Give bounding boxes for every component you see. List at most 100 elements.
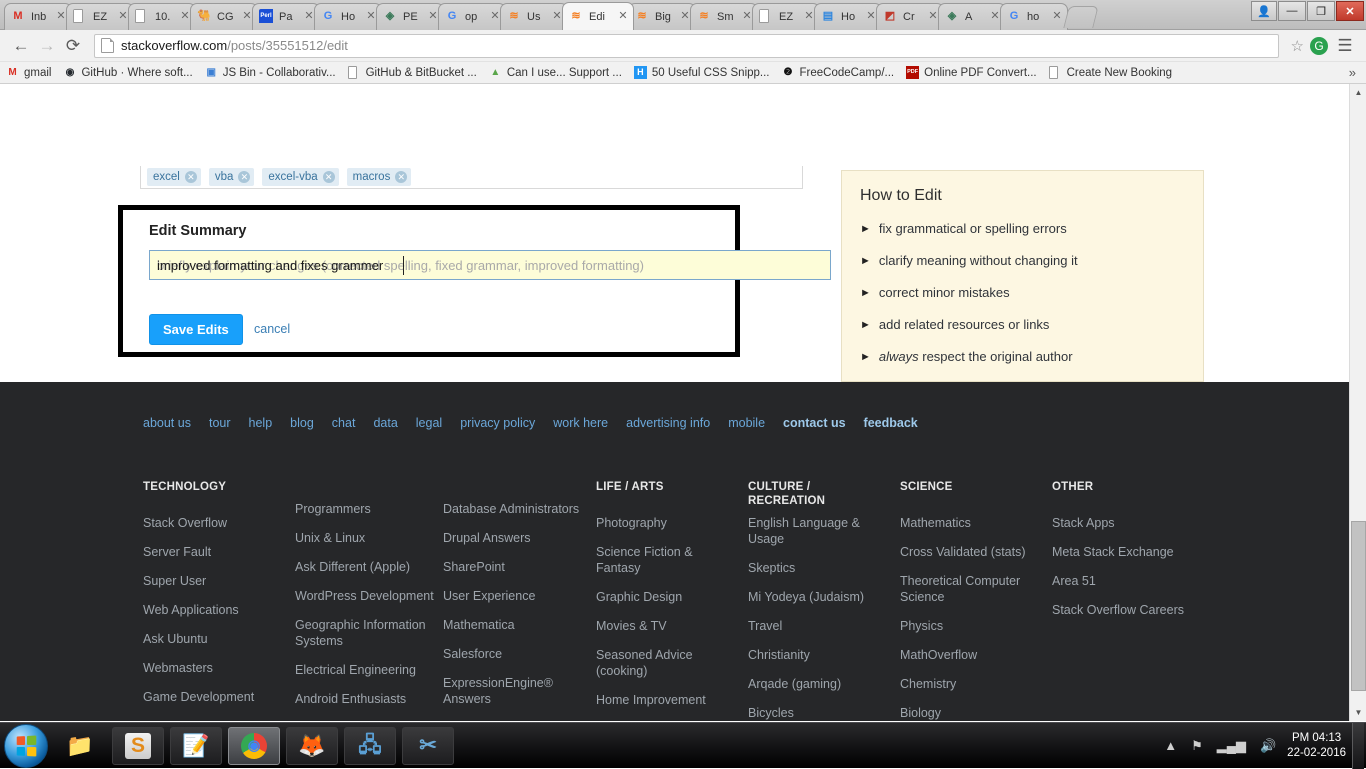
tags-field[interactable]: excel ✕ vba ✕ excel-vba ✕ macros ✕ <box>140 166 803 189</box>
browser-tab[interactable]: M Inb ✕ <box>4 3 72 30</box>
browser-tab[interactable]: 🐫 CG ✕ <box>190 3 258 30</box>
footer-site-link[interactable]: ExpressionEngine® Answers <box>443 676 553 706</box>
maximize-button[interactable]: ❐ <box>1307 1 1335 21</box>
user-profile-button[interactable]: 👤 <box>1251 1 1277 21</box>
start-button[interactable] <box>4 723 48 768</box>
footer-nav-link[interactable]: advertising info <box>626 416 710 430</box>
footer-site-link[interactable]: Home Improvement <box>596 693 706 707</box>
address-bar[interactable]: stackoverflow.com/posts/35551512/edit <box>94 33 1279 58</box>
footer-site-link[interactable]: Theoretical Computer Science <box>900 574 1020 604</box>
taskbar-item-notepadpp[interactable]: 📝 <box>170 726 222 765</box>
footer-site-link[interactable]: Salesforce <box>443 647 502 661</box>
footer-site-link[interactable]: Stack Apps <box>1052 516 1115 530</box>
scroll-down-icon[interactable]: ▼ <box>1350 704 1366 721</box>
bookmark-item[interactable]: ◉ GitHub · Where soft... <box>63 66 193 80</box>
show-hidden-icons-icon[interactable]: ▲ <box>1164 738 1177 753</box>
footer-site-link[interactable]: Movies & TV <box>596 619 667 633</box>
footer-site-link[interactable]: Super User <box>143 574 206 588</box>
footer-site-link[interactable]: Arqade (gaming) <box>748 677 841 691</box>
footer-site-link[interactable]: Database Administrators <box>443 502 579 516</box>
footer-nav-link[interactable]: privacy policy <box>460 416 535 430</box>
footer-site-link[interactable]: Android Enthusiasts <box>295 692 406 706</box>
minimize-button[interactable]: — <box>1278 1 1306 21</box>
close-button[interactable]: ✕ <box>1336 1 1364 21</box>
footer-site-link[interactable]: Science Fiction & Fantasy <box>596 545 693 575</box>
footer-nav-link[interactable]: data <box>373 416 397 430</box>
footer-site-link[interactable]: MathOverflow <box>900 648 977 662</box>
footer-site-link[interactable]: Mathematica <box>443 618 515 632</box>
reload-icon[interactable]: ⟳ <box>60 33 86 59</box>
tag-remove-icon[interactable]: ✕ <box>322 171 335 183</box>
bookmark-item[interactable]: ▣ JS Bin - Collaborativ... <box>205 66 335 80</box>
browser-tab[interactable]: 10. ✕ <box>128 3 196 30</box>
footer-site-link[interactable]: Stack Overflow Careers <box>1052 603 1184 617</box>
edit-summary-input[interactable]: briefly explain your changes (corrected … <box>149 250 831 280</box>
bookmark-item[interactable]: Mgmail <box>6 66 51 80</box>
footer-site-link[interactable]: English Language & Usage <box>748 516 860 546</box>
footer-nav-link[interactable]: about us <box>143 416 191 430</box>
bookmark-star-icon[interactable]: ☆ <box>1291 37 1304 55</box>
footer-nav-link[interactable]: help <box>249 416 273 430</box>
footer-site-link[interactable]: Stack Overflow <box>143 516 227 530</box>
browser-tab-active[interactable]: ≋ Edi ✕ <box>562 2 634 30</box>
tag-remove-icon[interactable]: ✕ <box>395 171 408 183</box>
new-tab-button[interactable] <box>1063 6 1099 28</box>
back-icon[interactable]: ← <box>8 33 34 59</box>
save-edits-button[interactable]: Save Edits <box>149 314 243 345</box>
bookmark-item[interactable]: Create New Booking <box>1048 65 1172 80</box>
footer-site-link[interactable]: Game Development <box>143 690 254 704</box>
footer-site-link[interactable]: Chemistry <box>900 677 956 691</box>
tab-close-icon[interactable]: ✕ <box>1051 11 1063 23</box>
footer-site-link[interactable]: Mathematics <box>900 516 971 530</box>
footer-site-link[interactable]: Graphic Design <box>596 590 682 604</box>
footer-site-link[interactable]: User Experience <box>443 589 535 603</box>
tab-close-icon[interactable]: ✕ <box>617 10 629 23</box>
taskbar-item-snipping-tool[interactable]: ✂ <box>402 726 454 765</box>
footer-site-link[interactable]: Christianity <box>748 648 810 662</box>
page-scrollbar[interactable]: ▲ ▼ <box>1349 84 1366 721</box>
browser-tab[interactable]: Gop ✕ <box>438 3 506 30</box>
footer-nav-link[interactable]: work here <box>553 416 608 430</box>
footer-site-link[interactable]: SharePoint <box>443 560 505 574</box>
footer-site-link[interactable]: Physics <box>900 619 943 633</box>
footer-site-link[interactable]: Meta Stack Exchange <box>1052 545 1174 559</box>
footer-nav-link[interactable]: mobile <box>728 416 765 430</box>
footer-site-link[interactable]: Drupal Answers <box>443 531 531 545</box>
browser-tab[interactable]: ◩ Cr ✕ <box>876 3 944 30</box>
browser-tab[interactable]: ≋ Big ✕ <box>628 3 696 30</box>
bookmark-item[interactable]: ❷ FreeCodeCamp/... <box>782 66 895 80</box>
bookmark-item[interactable]: H 50 Useful CSS Snipp... <box>633 65 770 80</box>
footer-site-link[interactable]: Area 51 <box>1052 574 1096 588</box>
browser-tab[interactable]: ≋ Sm ✕ <box>690 3 758 30</box>
taskbar-item-mozilla-firefox[interactable]: 🦊 <box>286 726 338 765</box>
scroll-up-icon[interactable]: ▲ <box>1350 84 1366 101</box>
browser-tab[interactable]: Perl Pa ✕ <box>252 3 320 30</box>
footer-nav-link[interactable]: legal <box>416 416 442 430</box>
footer-site-link[interactable]: Bicycles <box>748 706 794 720</box>
footer-site-link[interactable]: Server Fault <box>143 545 211 559</box>
footer-site-link[interactable]: Skeptics <box>748 561 795 575</box>
footer-site-link[interactable]: Cross Validated (stats) <box>900 545 1026 559</box>
scrollbar-thumb[interactable] <box>1351 521 1366 691</box>
taskbar-item-file-explorer[interactable]: 📁 <box>54 727 106 765</box>
browser-tab[interactable]: ◈ A ✕ <box>938 3 1006 30</box>
footer-nav-link[interactable]: feedback <box>864 416 918 430</box>
browser-tab[interactable]: Gho ✕ <box>1000 3 1068 30</box>
footer-site-link[interactable]: Ask Different (Apple) <box>295 560 410 574</box>
footer-site-link[interactable]: Programmers <box>295 502 371 516</box>
footer-site-link[interactable]: Web Applications <box>143 603 239 617</box>
volume-icon[interactable]: 🔊 <box>1260 738 1276 754</box>
browser-tab[interactable]: EZ ✕ <box>752 3 820 30</box>
bookmark-item[interactable]: GitHub & BitBucket ... <box>347 65 477 80</box>
footer-nav-link[interactable]: tour <box>209 416 231 430</box>
action-center-flag-icon[interactable]: ⚑ <box>1191 738 1203 754</box>
footer-site-link[interactable]: Unix & Linux <box>295 531 365 545</box>
chrome-menu-icon[interactable]: ☰ <box>1332 33 1358 59</box>
taskbar-clock[interactable]: PM 04:13 22-02-2016 <box>1287 731 1346 761</box>
taskbar-item-google-chrome[interactable]: ◉ <box>228 726 280 765</box>
tag-chip[interactable]: macros ✕ <box>346 168 412 186</box>
footer-site-link[interactable]: TeX - LaTeX <box>143 719 211 721</box>
browser-tab[interactable]: ≋ Us ✕ <box>500 3 568 30</box>
tag-chip[interactable]: excel ✕ <box>147 168 201 186</box>
tag-remove-icon[interactable]: ✕ <box>238 171 251 183</box>
